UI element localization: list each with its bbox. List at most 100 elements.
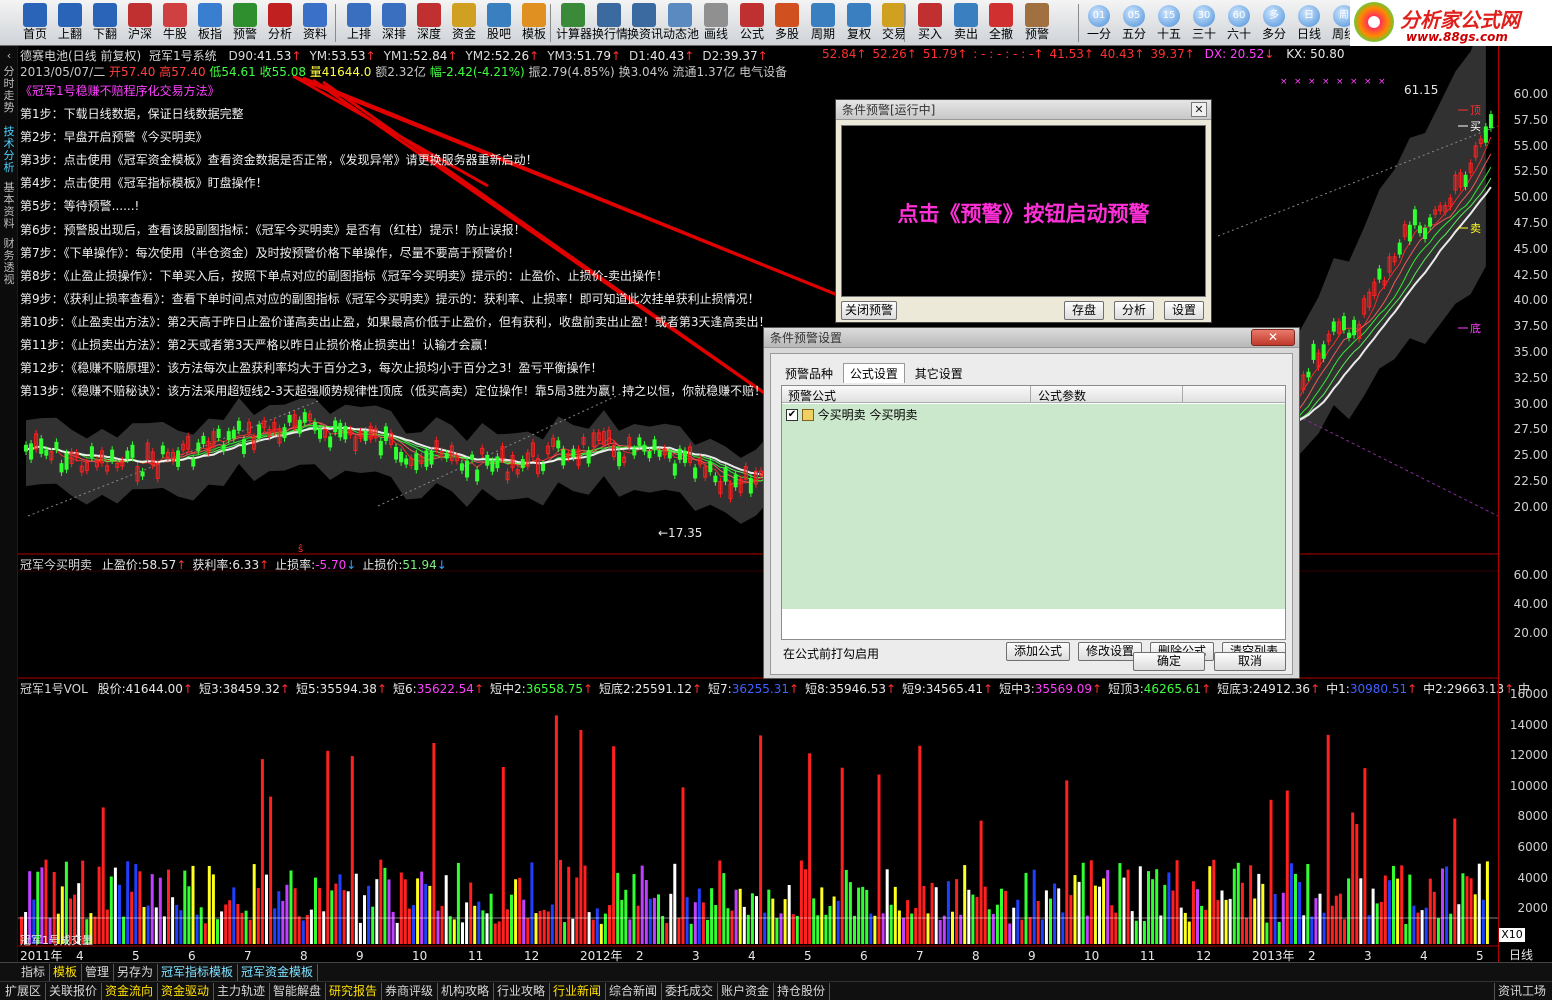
toolbar-button-right_buttons-7[interactable]: 周期 xyxy=(806,2,840,44)
toolbar-button-left_buttons-6[interactable]: 预警 xyxy=(228,2,262,44)
info-tab-10[interactable]: 行业新闻 xyxy=(550,983,606,1000)
volume-bar xyxy=(1412,905,1416,944)
toolbar-button-left_buttons-4[interactable]: 牛股 xyxy=(158,2,192,44)
toolbar-button-right_buttons-9[interactable]: 交易 xyxy=(877,2,911,44)
info-tab-3[interactable]: 资金驱动 xyxy=(158,983,214,1000)
info-tab-0[interactable]: 扩展区 xyxy=(2,983,46,1000)
period-button-3[interactable]: 30 三十 xyxy=(1187,3,1221,45)
period-button-6[interactable]: 日日线 xyxy=(1292,3,1326,45)
info-tab-12[interactable]: 委托成交 xyxy=(662,983,718,1000)
period-button-4[interactable]: 60 六十 xyxy=(1222,3,1256,45)
formula-row[interactable]: ✔ 今买明卖 今买明卖 xyxy=(786,406,917,422)
settings-button[interactable]: 设置 xyxy=(1164,301,1204,320)
volume-bar xyxy=(350,756,354,944)
tab-intraday[interactable]: 分时走势 xyxy=(1,66,17,114)
candle-body xyxy=(216,428,221,438)
info-tab-1[interactable]: 关联报价 xyxy=(46,983,102,1000)
info-tab-14[interactable]: 持仓股份 xyxy=(774,983,830,1000)
column-params[interactable]: 公式参数 xyxy=(1038,387,1086,404)
tab-fundamentals[interactable]: 基本资料 xyxy=(1,182,17,230)
candle-body xyxy=(571,448,576,458)
toolbar-button-left_buttons-7[interactable]: 分析 xyxy=(263,2,297,44)
info-tab-13[interactable]: 账户资金 xyxy=(718,983,774,1000)
bottom-tab-4[interactable]: 冠军指标模板 xyxy=(158,964,238,981)
info-tab-2[interactable]: 资金流向 xyxy=(102,983,158,1000)
x-axis-label: 5 xyxy=(1476,949,1484,962)
volume-bar xyxy=(787,885,791,944)
toolbar-button-right_buttons-5[interactable]: 公式 xyxy=(735,2,769,44)
tab-technical[interactable]: 技术分析 xyxy=(1,126,17,174)
bottom-tab-1[interactable]: 模板 xyxy=(50,964,82,981)
cancel-button[interactable]: 取消 xyxy=(1214,652,1286,671)
close-alert-button[interactable]: 关闭预警 xyxy=(841,301,897,320)
toolbar-button-mid_buttons-0[interactable]: 上排 xyxy=(342,2,376,44)
toolbar-button-right_buttons-1[interactable]: 换行情 xyxy=(592,2,628,44)
bottom-tab-3[interactable]: 另存为 xyxy=(114,964,158,981)
toolbar-button-right_buttons-2[interactable]: 换资讯 xyxy=(627,2,663,44)
period-button-0[interactable]: 01 一分 xyxy=(1082,3,1116,45)
info-tab-4[interactable]: 主力轨迹 xyxy=(214,983,270,1000)
column-formula[interactable]: 预警公式 xyxy=(788,387,836,404)
toolbar-button-label: 下翻 xyxy=(92,27,117,41)
toolbar-button-right_buttons-12[interactable]: 全撤 xyxy=(984,2,1018,44)
period-button-2[interactable]: 15 十五 xyxy=(1152,3,1186,45)
tab-financial[interactable]: 财务透视 xyxy=(1,238,17,286)
toolbar-button-left_buttons-3[interactable]: 沪深 xyxy=(123,2,157,44)
up-arrow-icon: ↑ xyxy=(1083,47,1094,61)
info-tab-11[interactable]: 综合新闻 xyxy=(606,983,662,1000)
toolbar-button-right_buttons-8[interactable]: 复权 xyxy=(842,2,876,44)
collapse-arrow-icon[interactable]: ‹ xyxy=(1,50,17,62)
toolbar-button-right_buttons-4[interactable]: 画线 xyxy=(699,2,733,44)
bottom-tab-0[interactable]: 指标 xyxy=(18,964,50,981)
volume-value: 35622.54 xyxy=(416,682,474,696)
volume-bar xyxy=(677,917,681,944)
tab-formula-settings[interactable]: 公式设置 xyxy=(842,363,905,383)
save-button[interactable]: 存盘 xyxy=(1064,301,1104,320)
add-formula-button[interactable]: 添加公式 xyxy=(1006,642,1070,661)
toolbar-button-right_buttons-0[interactable]: 计算器 xyxy=(556,2,592,44)
volume-tick: 6000 xyxy=(1517,840,1548,854)
volume-bar xyxy=(861,886,865,944)
toolbar-button-left_buttons-8[interactable]: 资料 xyxy=(298,2,332,44)
toolbar-button-right_buttons-6[interactable]: 多股 xyxy=(770,2,804,44)
bottom-tab-2[interactable]: 管理 xyxy=(82,964,114,981)
volume-bar xyxy=(918,745,922,944)
info-tab-workshop[interactable]: 资讯工场 xyxy=(1494,983,1552,1000)
toolbar-button-right_buttons-13[interactable]: 预警 xyxy=(1020,2,1054,44)
bottom-tab-5[interactable]: 冠军资金模板 xyxy=(238,964,318,981)
info-tab-9[interactable]: 行业攻略 xyxy=(494,983,550,1000)
analyze-button[interactable]: 分析 xyxy=(1114,301,1154,320)
toolbar-button-mid_buttons-3[interactable]: 资金 xyxy=(447,2,481,44)
volume-tick: 10000 xyxy=(1509,778,1548,793)
formula-list[interactable]: 预警公式 公式参数 ✔ 今买明卖 今买明卖 xyxy=(781,385,1286,640)
period-button-1[interactable]: 05 五分 xyxy=(1117,3,1151,45)
candle-body xyxy=(125,450,130,460)
volume-bar xyxy=(183,870,187,944)
info-tab-7[interactable]: 券商评级 xyxy=(382,983,438,1000)
period-button-5[interactable]: 多多分 xyxy=(1257,3,1291,45)
close-icon[interactable]: ✕ xyxy=(1191,102,1207,117)
up-arrow-icon: ↑ xyxy=(1184,47,1195,61)
toolbar-button-left_buttons-5[interactable]: 板指 xyxy=(193,2,227,44)
toolbar-button-mid_buttons-5[interactable]: 模板 xyxy=(517,2,551,44)
info-tab-6[interactable]: 研究报告 xyxy=(326,983,382,1000)
toolbar-button-right_buttons-11[interactable]: 卖出 xyxy=(949,2,983,44)
formula-checkbox[interactable]: ✔ xyxy=(786,408,798,421)
info-tab-5[interactable]: 智能解盘 xyxy=(270,983,326,1000)
tab-alert-stocks[interactable]: 预警品种 xyxy=(779,364,839,383)
sub-indicator-arrow: ↑ xyxy=(176,558,187,572)
volume-bar xyxy=(309,909,313,944)
toolbar-button-mid_buttons-2[interactable]: 深度 xyxy=(412,2,446,44)
toolbar-button-right_buttons-10[interactable]: 买入 xyxy=(913,2,947,44)
toolbar-button-left_buttons-0[interactable]: 首页 xyxy=(18,2,52,44)
toolbar-button-left_buttons-1[interactable]: 上翻 xyxy=(53,2,87,44)
ok-button[interactable]: 确定 xyxy=(1133,652,1205,671)
close-icon[interactable]: ✕ xyxy=(1251,329,1295,346)
tab-other-settings[interactable]: 其它设置 xyxy=(909,364,969,383)
toolbar-button-right_buttons-3[interactable]: 动态池 xyxy=(663,2,699,44)
period-label[interactable]: 日线 xyxy=(1509,946,1533,963)
toolbar-button-mid_buttons-4[interactable]: 股吧 xyxy=(482,2,516,44)
toolbar-button-mid_buttons-1[interactable]: 深排 xyxy=(377,2,411,44)
toolbar-button-left_buttons-2[interactable]: 下翻 xyxy=(88,2,122,44)
info-tab-8[interactable]: 机构攻略 xyxy=(438,983,494,1000)
